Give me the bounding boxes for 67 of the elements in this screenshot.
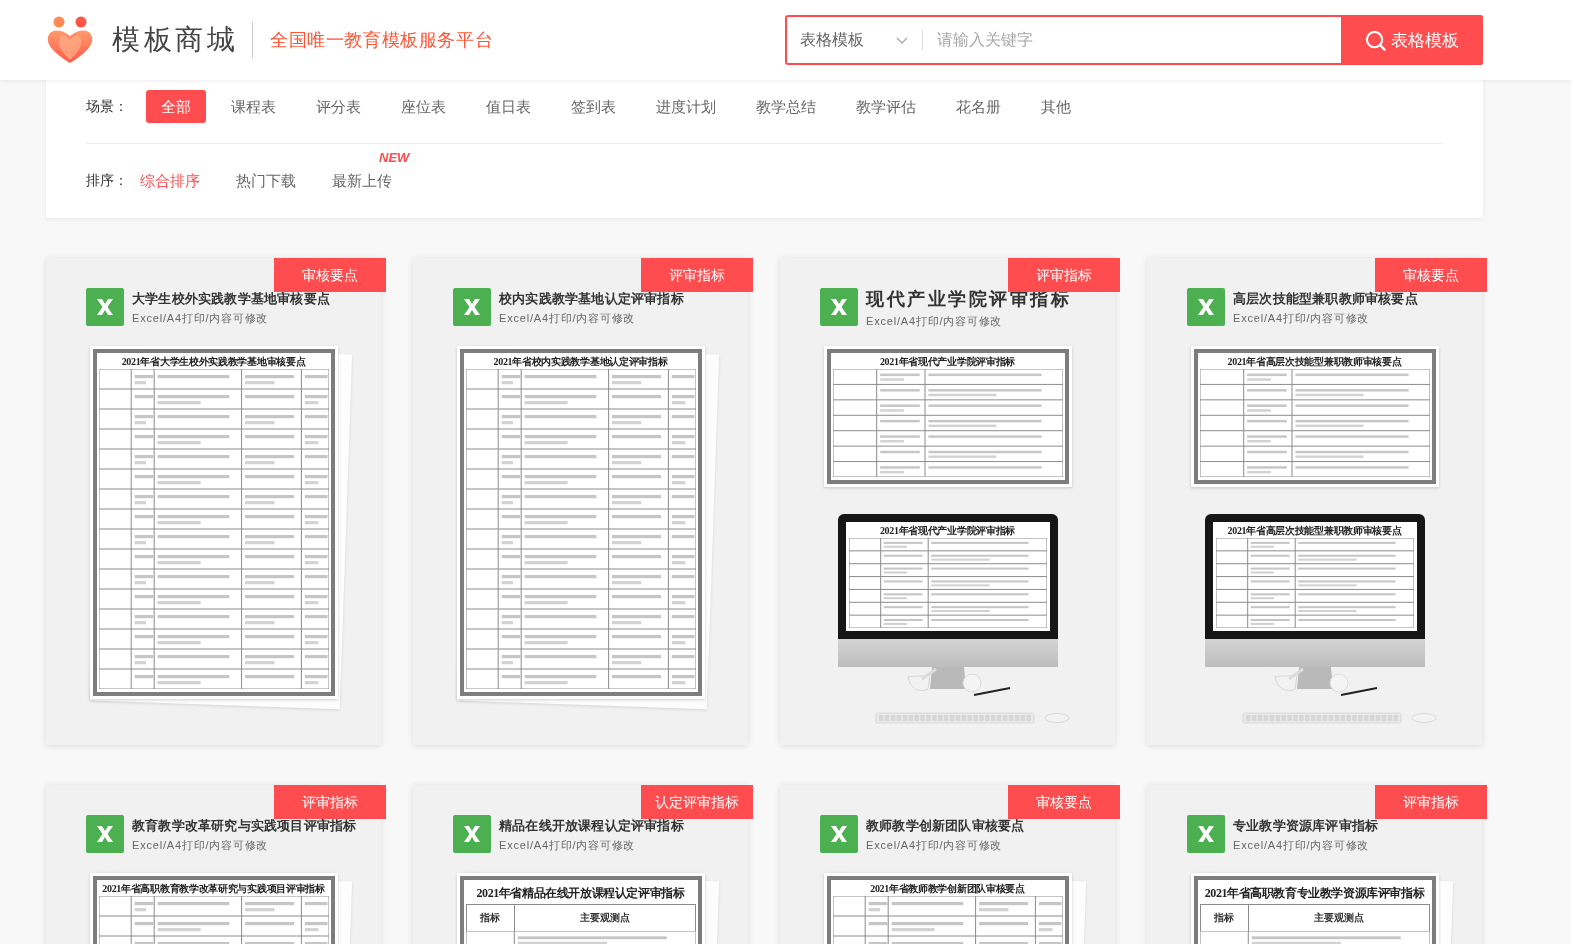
category-tag: 审核要点: [1375, 258, 1487, 292]
category-tag: 审核要点: [1008, 785, 1120, 819]
sheet-column-header: 指标: [1200, 905, 1250, 931]
card-subtitle: Excel/A4打印/内容可修改: [499, 311, 637, 325]
card-subtitle: Excel/A4打印/内容可修改: [1233, 838, 1371, 852]
card-title[interactable]: 专业教学资源库评审指标: [1233, 818, 1379, 834]
sheet-title: 2021年省现代产业学院评审指标: [879, 355, 1016, 369]
card-subtitle: Excel/A4打印/内容可修改: [132, 838, 270, 852]
site-slogan: 全国唯一教育模板服务平台: [270, 29, 494, 52]
scene-filter[interactable]: 值日表: [471, 90, 546, 123]
scene-filter[interactable]: 签到表: [556, 90, 631, 123]
spreadsheet-icon: [453, 288, 491, 326]
spreadsheet-icon: [86, 288, 124, 326]
scene-filter[interactable]: 课程表: [216, 90, 291, 123]
spreadsheet-icon: [820, 815, 858, 853]
sheet-title: 2021年省校内实践教学基地认定评审指标: [493, 355, 668, 369]
scene-filter[interactable]: 座位表: [386, 90, 461, 123]
card-subtitle: Excel/A4打印/内容可修改: [132, 311, 270, 325]
spreadsheet-icon: [453, 815, 491, 853]
sheet-column-header: 主要观测点: [1312, 911, 1365, 925]
sheet-title: 2021年省高职教育教学改革研究与实践项目评审指标: [102, 882, 325, 896]
heart-logo-icon[interactable]: [45, 16, 95, 64]
card-subtitle: Excel/A4打印/内容可修改: [866, 838, 1004, 852]
sheet-title: 2021年省现代产业学院评审指标: [879, 524, 1016, 538]
chevron-down-icon: [896, 36, 908, 44]
spreadsheet-icon: [1187, 815, 1225, 853]
card-subtitle: Excel/A4打印/内容可修改: [866, 314, 1004, 328]
new-label: NEW: [379, 151, 410, 165]
scene-label: 场景：: [86, 97, 128, 116]
card-title[interactable]: 大学生校外实践教学基地审核要点: [132, 291, 330, 307]
sheet-column-header: 主要观测点: [578, 911, 631, 925]
scene-filter[interactable]: 花名册: [941, 90, 1016, 123]
sheet-title: 2021年省高职教育专业教学资源库评审指标: [1204, 885, 1425, 902]
card-title[interactable]: 教育教学改革研究与实践项目评审指标: [132, 818, 357, 834]
search-input[interactable]: 请输入关键字: [937, 17, 1341, 63]
scene-filter[interactable]: 进度计划: [641, 90, 731, 123]
sheet-title: 2021年省教师教学创新团队审核要点: [870, 882, 1025, 896]
search-bar[interactable]: 表格模板 请输入关键字 表格模板: [785, 15, 1483, 65]
category-tag: 评审指标: [1008, 258, 1120, 292]
category-tag: 评审指标: [274, 785, 386, 819]
sort-label: 排序：: [86, 171, 128, 190]
category-tag: 审核要点: [274, 258, 386, 292]
card-title[interactable]: 高层次技能型兼职教师审核要点: [1233, 291, 1418, 307]
spreadsheet-icon: [1187, 288, 1225, 326]
sheet-title: 2021年省高层次技能型兼职教师审核要点: [1227, 355, 1402, 369]
card-subtitle: Excel/A4打印/内容可修改: [499, 838, 637, 852]
sheet-title: 2021年省大学生校外实践教学基地审核要点: [121, 355, 306, 369]
sort-option[interactable]: 最新上传: [332, 164, 392, 197]
sort-option[interactable]: 热门下载: [236, 164, 296, 197]
category-tag: 认定评审指标: [641, 785, 753, 819]
scene-filter[interactable]: 其他: [1026, 90, 1086, 123]
sheet-column-header: 指标: [466, 905, 516, 931]
scene-filter[interactable]: 教学评估: [841, 90, 931, 123]
scene-filter[interactable]: 教学总结: [741, 90, 831, 123]
card-subtitle: Excel/A4打印/内容可修改: [1233, 311, 1371, 325]
card-title[interactable]: 校内实践教学基地认定评审指标: [499, 291, 684, 307]
category-tag: 评审指标: [641, 258, 753, 292]
spreadsheet-icon: [86, 815, 124, 853]
sheet-title: 2021年省高层次技能型兼职教师审核要点: [1227, 524, 1402, 538]
sheet-title: 2021年省精品在线开放课程认定评审指标: [476, 885, 685, 902]
spreadsheet-icon: [820, 288, 858, 326]
category-tag: 评审指标: [1375, 785, 1487, 819]
card-title[interactable]: 精品在线开放课程认定评审指标: [499, 818, 684, 834]
search-icon: [1365, 29, 1386, 51]
site-brand[interactable]: 模板商城: [112, 23, 238, 57]
card-title[interactable]: 教师教学创新团队审核要点: [866, 818, 1025, 834]
scene-filter[interactable]: 评分表: [301, 90, 376, 123]
